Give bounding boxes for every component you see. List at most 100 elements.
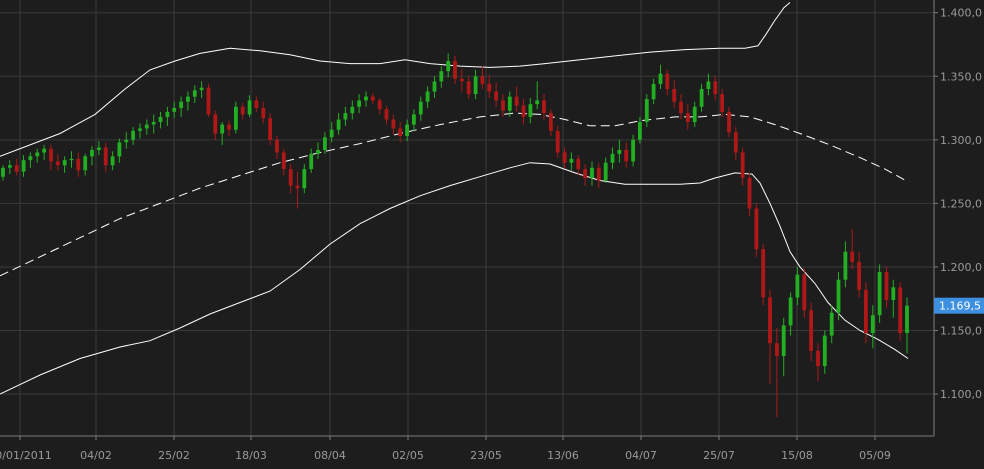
- candle-body: [480, 76, 485, 84]
- candle-body: [891, 287, 896, 300]
- candle-body: [247, 100, 252, 115]
- candle-body: [720, 94, 724, 112]
- candle-body: [103, 147, 108, 166]
- candle-body: [281, 152, 286, 169]
- candle-body: [309, 153, 314, 170]
- candle-body: [357, 100, 361, 107]
- candle-body: [364, 96, 368, 101]
- candle-body: [405, 124, 409, 136]
- chart-svg: 1.100,0 1.150,0 1.200,0 1.250,0 1.300,0 1.350…: [0, 0, 984, 465]
- candle-body: [864, 289, 868, 333]
- candle-body: [884, 272, 889, 300]
- candle-body: [706, 81, 711, 89]
- candle-body: [898, 287, 903, 334]
- y-tick-label: 1.350,0: [940, 70, 982, 83]
- candle-body: [234, 106, 238, 130]
- candle-body: [28, 156, 33, 161]
- last-price-marker: 1.169,5: [934, 297, 984, 314]
- candle-body: [905, 305, 909, 333]
- candle-body: [343, 113, 348, 120]
- candle-body: [877, 272, 882, 316]
- candle-body: [35, 152, 40, 157]
- candle-body: [576, 158, 581, 170]
- x-tick-label: 10/01/2011: [0, 449, 52, 462]
- x-tick-label: 25/07: [703, 449, 735, 462]
- candle-body: [42, 148, 46, 153]
- candle-body: [275, 139, 279, 153]
- candle-body: [1, 167, 5, 177]
- candle-body: [240, 106, 245, 115]
- candle-body: [55, 161, 60, 166]
- candle-body: [138, 128, 142, 131]
- candle-body: [316, 150, 320, 154]
- candle-body: [528, 104, 533, 117]
- candle-body: [227, 124, 231, 130]
- candle-body: [90, 150, 94, 157]
- candle-body: [453, 61, 457, 79]
- last-price-label: 1.169,5: [939, 300, 981, 313]
- candle-body: [350, 106, 355, 114]
- candle-body: [617, 150, 622, 154]
- candle-body: [507, 96, 512, 111]
- candle-body: [131, 130, 135, 140]
- x-tick-label: 05/09: [859, 449, 891, 462]
- candle-body: [186, 96, 190, 102]
- candle-body: [261, 108, 266, 119]
- candle-body: [555, 130, 560, 153]
- candle-body: [501, 100, 505, 111]
- candle-body: [172, 108, 177, 112]
- candle-body: [220, 124, 225, 134]
- candle-body: [843, 251, 848, 280]
- candle-body: [679, 101, 683, 114]
- candle: [877, 264, 882, 323]
- candle-body: [21, 160, 26, 172]
- candle-body: [323, 137, 327, 150]
- candle-body: [699, 89, 704, 107]
- x-tick-label: 08/04: [314, 449, 346, 462]
- candle-body: [809, 310, 813, 351]
- candle-body: [439, 71, 444, 82]
- candle-body: [418, 101, 423, 115]
- candle-body: [494, 91, 498, 101]
- candle-body: [83, 156, 88, 171]
- candle-body: [124, 139, 129, 143]
- candle-body: [672, 89, 677, 102]
- candle-body: [384, 109, 389, 120]
- candle-body: [110, 156, 115, 166]
- candle-body: [802, 274, 807, 311]
- candle-body: [603, 162, 608, 181]
- candle-body: [446, 61, 451, 72]
- x-tick-label: 23/05: [470, 449, 502, 462]
- candle-body: [549, 113, 553, 131]
- candle-body: [391, 119, 396, 129]
- y-tick-label: 1.100,0: [940, 388, 982, 401]
- candle-body: [329, 129, 334, 138]
- candle-body: [336, 119, 341, 130]
- x-tick-label: 15/08: [781, 449, 813, 462]
- candle-body: [8, 165, 12, 168]
- candle-body: [213, 114, 218, 134]
- candle-body: [412, 114, 416, 125]
- candle-body: [377, 100, 382, 110]
- candle: [898, 282, 903, 341]
- candle-body: [740, 152, 745, 178]
- y-tick-label: 1.300,0: [940, 134, 982, 147]
- candle-body: [761, 249, 766, 298]
- candle-body: [569, 158, 574, 163]
- candle-body: [583, 169, 587, 178]
- candle-body: [473, 76, 478, 95]
- x-tick-label: 04/02: [80, 449, 112, 462]
- candle-body: [727, 111, 731, 133]
- candle-body: [460, 78, 464, 82]
- candle-body: [398, 128, 403, 136]
- candle-body: [644, 99, 649, 122]
- candle-body: [610, 153, 615, 163]
- candle-body: [768, 297, 772, 344]
- candle-body: [692, 106, 697, 123]
- candle-body: [487, 83, 492, 92]
- candle-body: [870, 315, 875, 333]
- candle-body: [795, 274, 800, 298]
- candle-body: [631, 139, 635, 162]
- candle: [754, 203, 759, 257]
- x-tick-label: 13/06: [547, 449, 579, 462]
